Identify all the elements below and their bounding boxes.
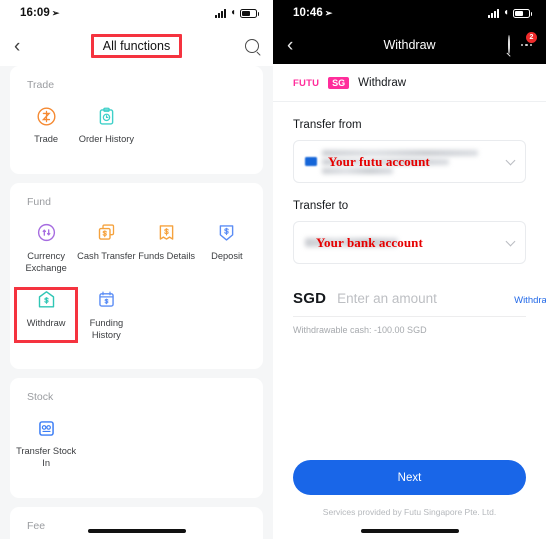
order-history-icon [95,105,117,127]
more-button[interactable]: 2 [520,32,537,52]
next-button-wrap: Next [273,460,546,495]
function-label: Order History [78,134,135,144]
notification-badge: 2 [526,32,537,43]
section-card-fund: Fund Currency Exchange Cash Transfer Fun… [10,182,263,370]
function-label: Withdraw [26,317,66,328]
dual-screenshot-container: 16:09 ➢ ◖ ‹ All functions Trade Trade Or… [0,0,546,539]
chevron-down-icon [505,236,516,246]
function-item-currency-exchange[interactable]: Currency Exchange [16,222,76,275]
status-bar-left: 16:09 ➢ ◖ [0,0,273,26]
battery-icon [240,8,259,18]
status-indicators: ◖ [487,7,532,18]
section-grid: Transfer Stock In [10,417,263,484]
home-indicator [87,529,186,533]
battery-icon [513,8,532,18]
transfer-to-select[interactable]: Your bank account [293,221,526,264]
withdrawable-cash-note: Withdrawable cash: -100.00 SGD [293,325,427,335]
search-button[interactable] [507,35,510,54]
function-label: Currency Exchange [25,250,67,273]
transfer-stock-in-icon [35,417,57,439]
function-item-order-history[interactable]: Order History [76,105,136,146]
all-functions-screen: 16:09 ➢ ◖ ‹ All functions Trade Trade Or… [0,0,273,539]
transfer-from-label: Transfer from [293,119,362,131]
search-icon [245,39,259,53]
function-label: Trade [34,134,59,144]
cash-transfer-icon [95,222,117,244]
currency-exchange-icon [35,222,57,244]
section-card-trade: Trade Trade Order History [10,66,263,174]
funding-history-icon [95,289,117,311]
function-label: Cash Transfer [77,250,136,261]
section-title: Fund [27,195,51,208]
function-item-cash-transfer[interactable]: Cash Transfer [76,222,136,275]
function-item-transfer-stock-in[interactable]: Transfer Stock In [16,417,76,470]
transfer-from-annotation: Your futu account [328,153,430,169]
funds-details-icon [156,222,178,244]
function-label: Funds Details [138,250,196,261]
functions-scroll-area[interactable]: Trade Trade Order History Fund Currency … [0,66,273,539]
location-arrow-icon: ➢ [324,8,333,18]
section-grid: Currency Exchange Cash Transfer Funds De… [10,222,263,356]
function-item-funding-history[interactable]: Funding History [76,289,136,342]
nav-actions: 2 [507,32,537,54]
function-item-funds-details[interactable]: Funds Details [137,222,197,275]
function-label: Transfer Stock In [16,446,77,469]
back-button[interactable]: ‹ [14,37,36,56]
account-logo-icon [305,157,317,166]
amount-row: SGD Withdraw all [293,290,546,317]
status-indicators: ◖ [214,7,259,18]
function-item-withdraw[interactable]: Withdraw [13,286,79,344]
cellular-signal-icon [214,8,226,18]
transfer-to-annotation: Your bank account [316,234,423,250]
amount-input[interactable] [337,291,515,306]
services-note: Services provided by Futu Singapore Pte.… [322,507,497,517]
brand-region-badge: SG [328,77,350,89]
deposit-icon [216,222,238,244]
page-title: All functions [90,34,183,58]
currency-label: SGD [293,290,327,307]
section-title: Trade [27,79,55,91]
brand-name: FUTU [293,77,320,89]
page-title-wrap: All functions [0,34,273,58]
withdraw-form: Transfer from Your futu account Transfer… [273,119,546,335]
brand-row: FUTU SG Withdraw [273,64,546,102]
wifi-icon: ◖ [229,7,236,18]
section-grid: Trade Order History [10,105,263,160]
function-label: Funding History [89,317,124,340]
location-arrow-icon: ➢ [51,8,60,18]
nav-bar-right: ‹ Withdraw 2 [273,26,546,64]
section-card-stock: Stock Transfer Stock In [10,378,263,499]
next-button[interactable]: Next [293,460,526,495]
wifi-icon: ◖ [502,7,509,18]
page-title: Withdraw [383,38,436,52]
nav-bar-left: ‹ All functions [0,26,273,66]
search-button[interactable] [237,39,259,53]
withdraw-screen: 10:46➢ ◖ ‹ Withdraw 2 FUTU SG Withdraw [273,0,546,539]
function-item-deposit[interactable]: Deposit [197,222,257,275]
withdraw-all-link[interactable]: Withdraw all [514,295,546,306]
cellular-signal-icon [487,8,499,18]
section-card-fee: Fee Fee Calculator Fee Schedule [10,507,263,539]
section-title: Stock [27,391,54,404]
status-time: 10:46 ➢ [293,7,333,19]
brand-action-label: Withdraw [358,77,407,89]
back-button[interactable]: ‹ [287,36,309,55]
transfer-from-select[interactable]: Your futu account [293,140,526,183]
withdraw-icon [35,289,57,311]
status-bar-right: 10:46 ➢ ◖ [273,0,546,26]
status-time: 16:09 ➢ [20,7,60,19]
home-indicator [360,529,459,533]
function-item-trade[interactable]: Trade [16,105,76,146]
transfer-to-label: Transfer to [293,200,349,212]
chevron-down-icon [505,155,516,165]
function-label: Deposit [211,250,243,261]
search-icon [507,35,510,54]
trade-icon [35,105,57,127]
